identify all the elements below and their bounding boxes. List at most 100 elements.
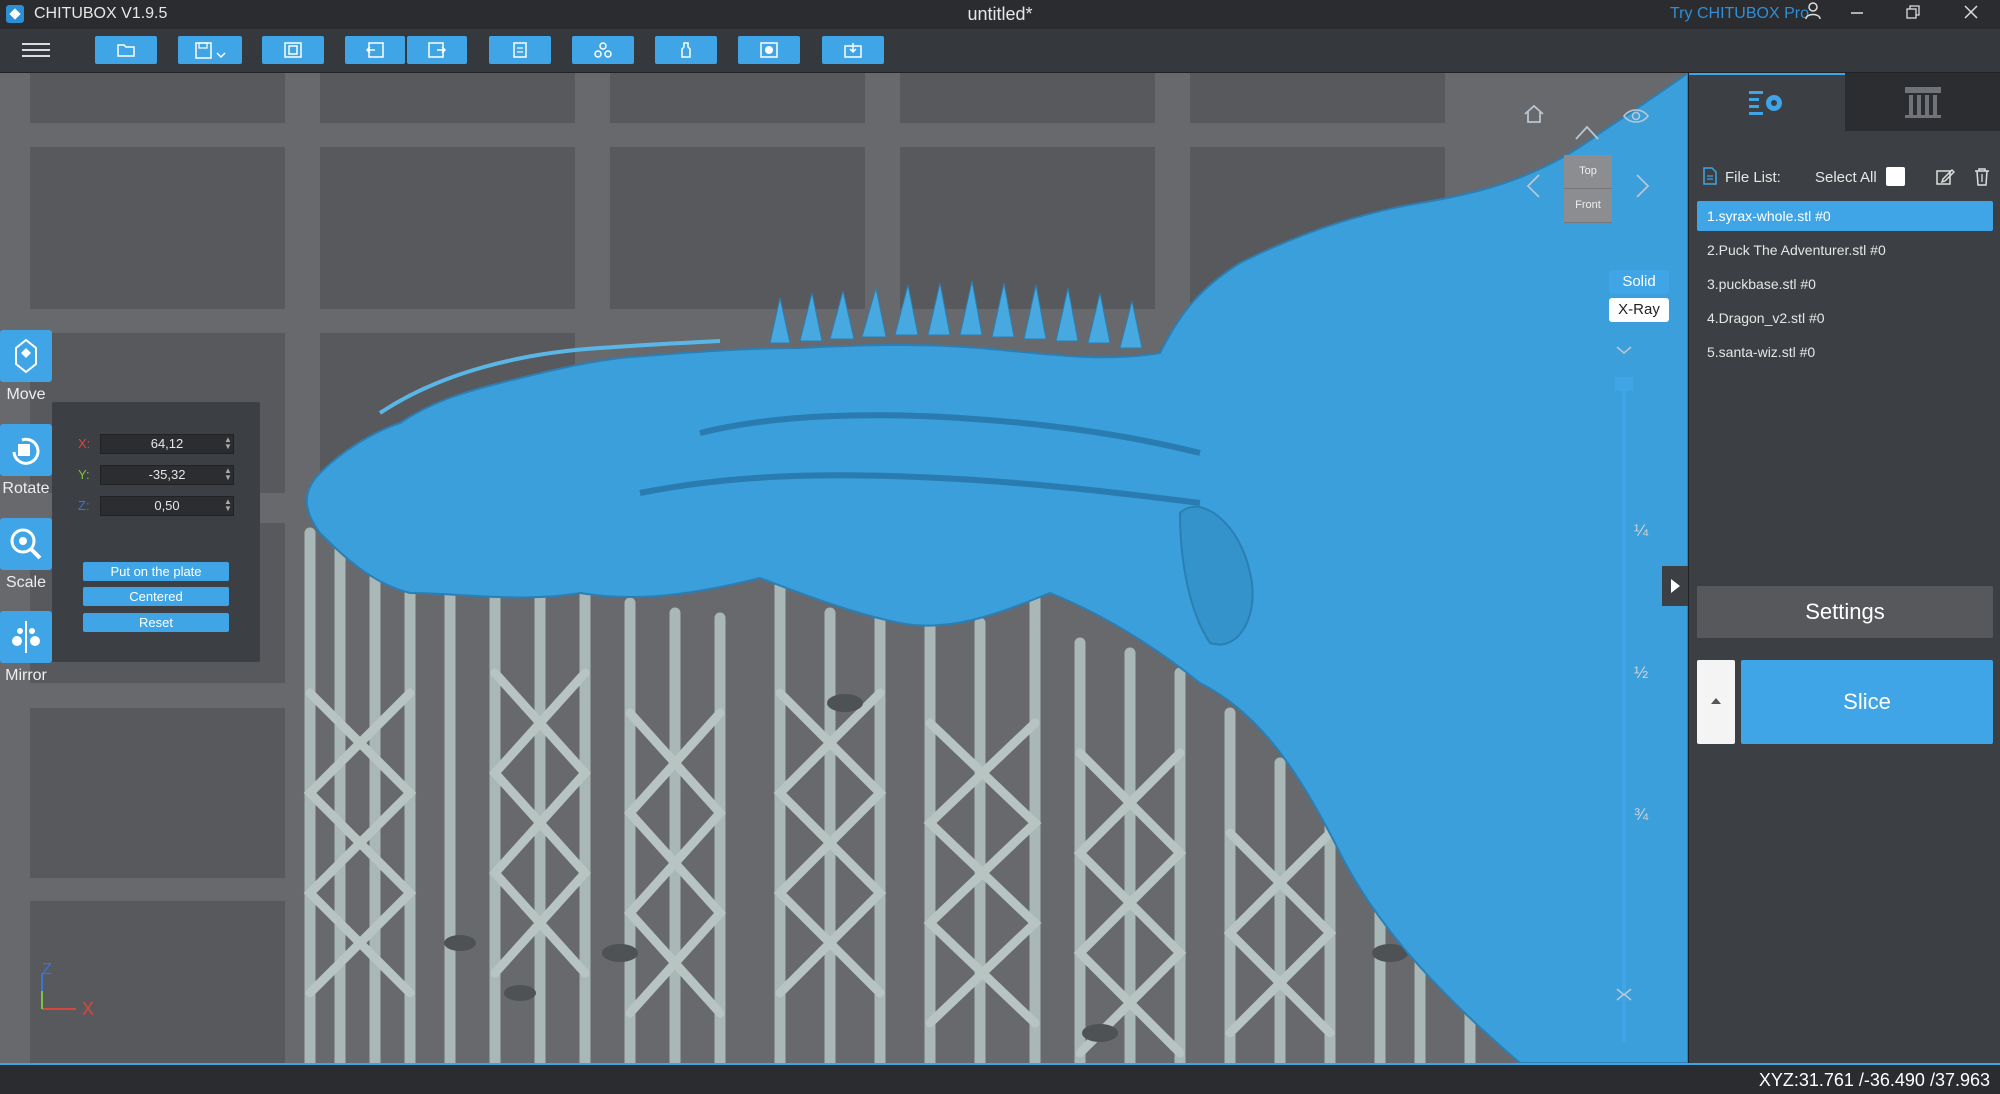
triangle-up-icon bbox=[1711, 698, 1721, 704]
redo-icon bbox=[428, 42, 447, 58]
camera-left-icon[interactable] bbox=[1524, 173, 1542, 205]
save-icon bbox=[195, 42, 226, 59]
file-list-item[interactable]: 3.puckbase.stl #0 bbox=[1697, 269, 1993, 299]
camera-right-icon[interactable] bbox=[1634, 173, 1652, 205]
undo-icon bbox=[365, 42, 384, 58]
collapse-panel-button[interactable] bbox=[1662, 566, 1688, 606]
restore-icon[interactable] bbox=[1890, 0, 1936, 29]
move-tool[interactable]: Move bbox=[0, 330, 52, 404]
mirror-tool[interactable]: Mirror bbox=[0, 611, 52, 685]
slider-half-mark: ½ bbox=[1634, 663, 1649, 682]
hollow-button[interactable] bbox=[572, 36, 634, 64]
tab-supports[interactable] bbox=[1845, 73, 2000, 131]
main-toolbar bbox=[0, 29, 2000, 73]
solid-mode-button[interactable]: Solid bbox=[1609, 270, 1669, 294]
put-on-plate-button[interactable]: Put on the plate bbox=[83, 562, 229, 581]
tab-settings[interactable] bbox=[1689, 73, 1845, 131]
slice-options-toggle[interactable] bbox=[1697, 660, 1735, 744]
save-button[interactable] bbox=[178, 36, 242, 64]
file-list-item[interactable]: 2.Puck The Adventurer.stl #0 bbox=[1697, 235, 1993, 265]
select-all-checkbox[interactable] bbox=[1886, 167, 1905, 186]
minimize-icon[interactable] bbox=[1834, 0, 1880, 29]
trash-icon[interactable] bbox=[1973, 167, 1991, 187]
status-bar: XYZ:31.761 /-36.490 /37.963 bbox=[0, 1063, 2000, 1094]
dragon-spikes bbox=[769, 280, 1143, 349]
z-spinner-icon[interactable]: ▲ ▼ bbox=[224, 498, 232, 513]
file-icon bbox=[1703, 167, 1717, 185]
scale-tool[interactable]: Scale bbox=[0, 518, 52, 592]
hamburger-menu-icon[interactable] bbox=[22, 39, 50, 61]
view-cube-top[interactable]: Top bbox=[1564, 155, 1612, 189]
scale-tool-label: Scale bbox=[5, 574, 47, 591]
file-list-label: File List: bbox=[1725, 169, 1781, 186]
rotate-tool-label: Rotate bbox=[2, 480, 50, 497]
mirror-tool-button[interactable] bbox=[0, 611, 52, 663]
auto-arrange-button[interactable] bbox=[262, 36, 324, 64]
view-cube[interactable]: Top Front bbox=[1564, 155, 1612, 223]
y-coordinate-row: Y: -35,32 ▲ ▼ bbox=[78, 465, 248, 485]
plate-button[interactable] bbox=[822, 36, 884, 64]
camera-up-icon[interactable] bbox=[1574, 123, 1600, 149]
centered-button[interactable]: Centered bbox=[83, 587, 229, 606]
dragon-model bbox=[305, 73, 1688, 1063]
undo-button[interactable] bbox=[345, 36, 405, 64]
hollow-icon bbox=[594, 42, 612, 58]
slider-quarter-mark: ¼ bbox=[1634, 521, 1649, 540]
open-file-icon bbox=[117, 44, 135, 57]
edit-icon[interactable] bbox=[1935, 167, 1955, 187]
close-icon[interactable] bbox=[1948, 0, 1994, 29]
file-list-item[interactable]: 4.Dragon_v2.stl #0 bbox=[1697, 303, 1993, 333]
settings-button[interactable]: Settings bbox=[1697, 586, 1993, 638]
move-panel: X: 64,12 ▲ ▼ Y: -35,32 ▲ ▼ Z: 0,50 ▲ ▼ Put … bbox=[52, 402, 260, 662]
slider-bottom-up-chevron-icon[interactable] bbox=[1614, 983, 1634, 1009]
z-coordinate-input[interactable]: 0,50 bbox=[100, 496, 234, 516]
rotate-tool[interactable]: Rotate bbox=[0, 424, 52, 498]
axis-z-label: Z bbox=[42, 961, 52, 978]
file-list-item[interactable]: 1.syrax-whole.stl #0 bbox=[1697, 201, 1993, 231]
z-axis-label: Z: bbox=[78, 498, 90, 513]
slider-top-chevron-icon[interactable] bbox=[1614, 343, 1634, 359]
user-icon[interactable] bbox=[1790, 0, 1836, 29]
right-panel: File List: Select All 1.syrax-whole.stl … bbox=[1688, 73, 2000, 1063]
chitubox-window: CHITUBOX V1.9.5 untitled* Try CHITUBOX P… bbox=[0, 0, 2000, 1094]
settings-list-icon bbox=[1749, 91, 1782, 115]
axis-x-label: X bbox=[82, 999, 95, 1019]
triangle-right-icon bbox=[1671, 579, 1680, 593]
x-coordinate-input[interactable]: 64,12 bbox=[100, 434, 234, 454]
3d-viewport[interactable]: Move Rotate Scale Mirror X: 64,12 ▲ ▼ Y:… bbox=[0, 73, 1688, 1063]
support-icon bbox=[681, 42, 691, 58]
plate-icon bbox=[844, 43, 862, 58]
xray-mode-button[interactable]: X-Ray bbox=[1609, 298, 1669, 322]
view-cube-front[interactable]: Front bbox=[1564, 189, 1612, 223]
visibility-eye-icon[interactable] bbox=[1622, 105, 1650, 131]
mirror-tool-label: Mirror bbox=[5, 667, 47, 684]
y-coordinate-input[interactable]: -35,32 bbox=[100, 465, 234, 485]
x-axis-label: X: bbox=[78, 436, 91, 451]
home-view-icon[interactable] bbox=[1522, 103, 1546, 131]
layer-slider-thumb[interactable] bbox=[1615, 377, 1633, 391]
drain-icon bbox=[760, 42, 778, 58]
duplicate-button[interactable] bbox=[489, 36, 551, 64]
move-tool-label: Move bbox=[6, 386, 46, 403]
layer-slider-track[interactable] bbox=[1622, 383, 1626, 1043]
y-spinner-icon[interactable]: ▲ ▼ bbox=[224, 467, 232, 482]
supports-pillar-icon bbox=[1905, 87, 1941, 118]
slider-three-quarter-mark: ¾ bbox=[1634, 805, 1649, 824]
axis-indicator: Z X bbox=[36, 961, 106, 1021]
slice-button[interactable]: Slice bbox=[1741, 660, 1993, 744]
redo-button[interactable] bbox=[407, 36, 467, 64]
reset-button[interactable]: Reset bbox=[83, 613, 229, 632]
rotate-tool-button[interactable] bbox=[0, 424, 52, 476]
open-file-button[interactable] bbox=[95, 36, 157, 64]
x-spinner-icon[interactable]: ▲ ▼ bbox=[224, 436, 232, 451]
z-coordinate-row: Z: 0,50 ▲ ▼ bbox=[78, 496, 248, 516]
y-axis-label: Y: bbox=[78, 467, 90, 482]
try-pro-link[interactable]: Try CHITUBOX Pro bbox=[1670, 5, 1809, 23]
drain-button[interactable] bbox=[738, 36, 800, 64]
file-list-header: File List: Select All bbox=[1703, 167, 1993, 189]
move-tool-button[interactable] bbox=[0, 330, 52, 382]
support-button[interactable] bbox=[655, 36, 717, 64]
scale-tool-button[interactable] bbox=[0, 518, 52, 570]
file-list-item[interactable]: 5.santa-wiz.stl #0 bbox=[1697, 337, 1993, 367]
duplicate-icon bbox=[513, 42, 527, 58]
